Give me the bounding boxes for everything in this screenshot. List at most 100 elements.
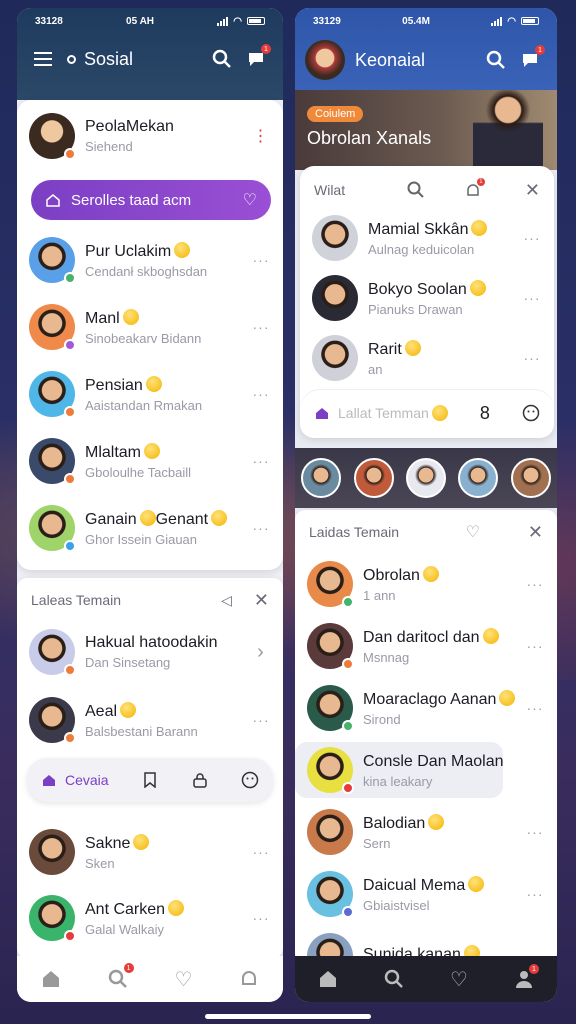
more-options-icon[interactable]: ··· (522, 230, 542, 246)
contact-subtitle: Sern (363, 835, 391, 851)
contact-row[interactable]: Consle Dan Maolan kina leakary (295, 742, 503, 798)
search-tab[interactable]: 1 (108, 963, 134, 989)
emoji-icon (499, 689, 516, 706)
more-options-icon[interactable]: ··· (522, 350, 542, 366)
contact-row[interactable]: Pur Uclakim Cendanł skboghsdan ··· (17, 232, 283, 288)
smiley-icon[interactable] (522, 404, 540, 422)
contact-row[interactable]: Dan daritocl dan Msnnag ··· (295, 618, 557, 674)
more-options-icon[interactable]: ··· (251, 520, 271, 536)
more-options-icon[interactable]: ··· (525, 824, 545, 840)
search-icon[interactable] (384, 969, 404, 989)
emoji-icon (133, 833, 150, 850)
chat-button[interactable]: 1 (243, 44, 271, 72)
more-options-icon[interactable]: ··· (251, 910, 271, 926)
contact-subtitle: Aulnag keduicolan (368, 241, 475, 257)
hero-banner[interactable]: Coiulem Obrolan Xanals (295, 90, 557, 170)
close-icon[interactable]: ✕ (528, 522, 543, 543)
friends-section-card: Laidas Temain ♡ ✕ Obrolan 1 ann ··· Dan dar… (295, 510, 557, 979)
avatar[interactable] (305, 40, 345, 80)
story-avatar[interactable] (353, 458, 394, 498)
contact-row[interactable]: Mlaltam Gboloulhe Tacbaill ··· (17, 433, 283, 489)
presence-dot (64, 473, 76, 485)
top-navigation: Keonaial 1 (305, 40, 545, 80)
more-options-icon[interactable]: ··· (522, 290, 542, 306)
contact-row[interactable]: Ganain Genant Ghor Issein Giauan ··· (17, 500, 283, 556)
story-avatar[interactable] (405, 458, 446, 498)
battery-icon (521, 17, 539, 25)
wifi-icon: ◠ (233, 15, 242, 27)
top-navigation: Sosial 1 (31, 44, 271, 72)
contact-subtitle: Galal Walkaiy (85, 921, 164, 937)
more-options-icon[interactable]: ··· (251, 386, 271, 402)
contact-row[interactable]: Sakne Sken ··· (17, 824, 283, 880)
more-options-icon[interactable]: ··· (251, 252, 271, 268)
lock-icon[interactable] (192, 772, 208, 788)
search-icon[interactable] (407, 181, 425, 199)
more-options-icon[interactable]: ··· (251, 453, 271, 469)
contact-row[interactable]: Hakual hatoodakin Dan Sinsetang › (17, 624, 283, 680)
search-button[interactable] (483, 47, 509, 73)
contact-row[interactable]: Obrolan 1 ann ··· (295, 556, 557, 612)
more-options-icon[interactable]: ··· (251, 712, 271, 728)
chevron-right-icon[interactable]: › (251, 641, 271, 664)
profile-row[interactable]: PeolaMekan Siehend ⋮ (17, 108, 283, 164)
kebab-menu-icon[interactable]: ⋮ (251, 126, 271, 146)
presence-dot (64, 930, 76, 942)
more-options-icon[interactable]: ··· (525, 886, 545, 902)
send-icon[interactable]: ◁ (221, 592, 232, 609)
contact-row[interactable]: Bokyo Soolan Pianuks Drawan ··· (300, 270, 554, 326)
contact-row[interactable]: Aeal Balsbestani Barann ··· (17, 692, 283, 748)
signal-icon (491, 16, 503, 26)
section-title: Laidas Temain (309, 524, 400, 540)
more-options-icon[interactable]: ··· (251, 844, 271, 860)
heart-icon[interactable]: ♡ (466, 522, 480, 542)
chat-button[interactable]: 1 (517, 45, 545, 73)
story-avatar[interactable] (301, 458, 342, 498)
heart-icon[interactable]: ♡ (175, 967, 193, 992)
contact-row[interactable]: Pensian Aaistandan Rmakan ··· (17, 366, 283, 422)
smiley-icon[interactable] (241, 771, 259, 789)
contact-row[interactable]: Moaraclago Aanan Sirond ··· (295, 680, 557, 736)
contact-subtitle: Dan Sinsetang (85, 655, 171, 670)
emoji-icon (211, 509, 228, 526)
cevaia-button[interactable]: Cevaia (41, 772, 109, 788)
status-time: 33129 (313, 15, 341, 27)
section-header: Laidas Temain ♡ ✕ (295, 514, 557, 550)
contact-name: Hakual hatoodakin (85, 634, 218, 651)
home-icon[interactable] (318, 969, 338, 989)
bell-button[interactable]: 1 (465, 178, 485, 198)
contact-row[interactable]: Ant Carken Galal Walkaiy ··· (17, 890, 283, 946)
friends-section-card: Laleas Temain ◁ ✕ Hakual hatoodakin Dan S… (17, 578, 283, 958)
more-options-icon[interactable]: ··· (525, 576, 545, 592)
contact-name: Ant Carken (85, 900, 166, 918)
close-icon[interactable]: ✕ (254, 590, 269, 611)
section-header: Laleas Temain ◁ ✕ (17, 582, 283, 618)
story-avatar[interactable] (458, 458, 499, 498)
search-icon (486, 50, 505, 69)
bell-icon[interactable] (239, 969, 259, 989)
home-icon (46, 194, 60, 207)
lallat-temman-input[interactable]: Lallat Temman (314, 405, 448, 421)
contact-row[interactable]: Balodian Sern ··· (295, 804, 557, 860)
profile-tab[interactable]: 1 (514, 964, 539, 989)
search-badge: 1 (123, 963, 134, 973)
more-options-icon[interactable]: ··· (251, 319, 271, 335)
contact-row[interactable]: Daicual Mema Gbiaistvisel ··· (295, 866, 557, 922)
home-icon[interactable] (41, 969, 61, 989)
close-icon[interactable]: ✕ (525, 180, 540, 201)
bottom-tab-bar: 1 ♡ (17, 956, 283, 1002)
popup-search-placeholder[interactable]: Wilat (314, 182, 407, 198)
contact-row[interactable]: Rarit an ··· (300, 330, 554, 386)
avatar (29, 697, 76, 744)
bookmark-icon[interactable] (142, 772, 158, 788)
more-options-icon[interactable]: ··· (525, 700, 545, 716)
banner-button[interactable]: Serolles taad acm ♡ (31, 180, 271, 220)
search-button[interactable] (209, 46, 235, 72)
contact-row[interactable]: Manl Sinobeakarv Bidann ··· (17, 299, 283, 355)
contact-row[interactable]: Mamial Skkân Aulnag keduicolan ··· (300, 210, 554, 266)
menu-button[interactable] (31, 46, 57, 72)
avatar (312, 215, 358, 261)
heart-icon[interactable]: ♡ (450, 967, 468, 992)
story-avatar[interactable] (510, 458, 551, 498)
more-options-icon[interactable]: ··· (525, 638, 545, 654)
